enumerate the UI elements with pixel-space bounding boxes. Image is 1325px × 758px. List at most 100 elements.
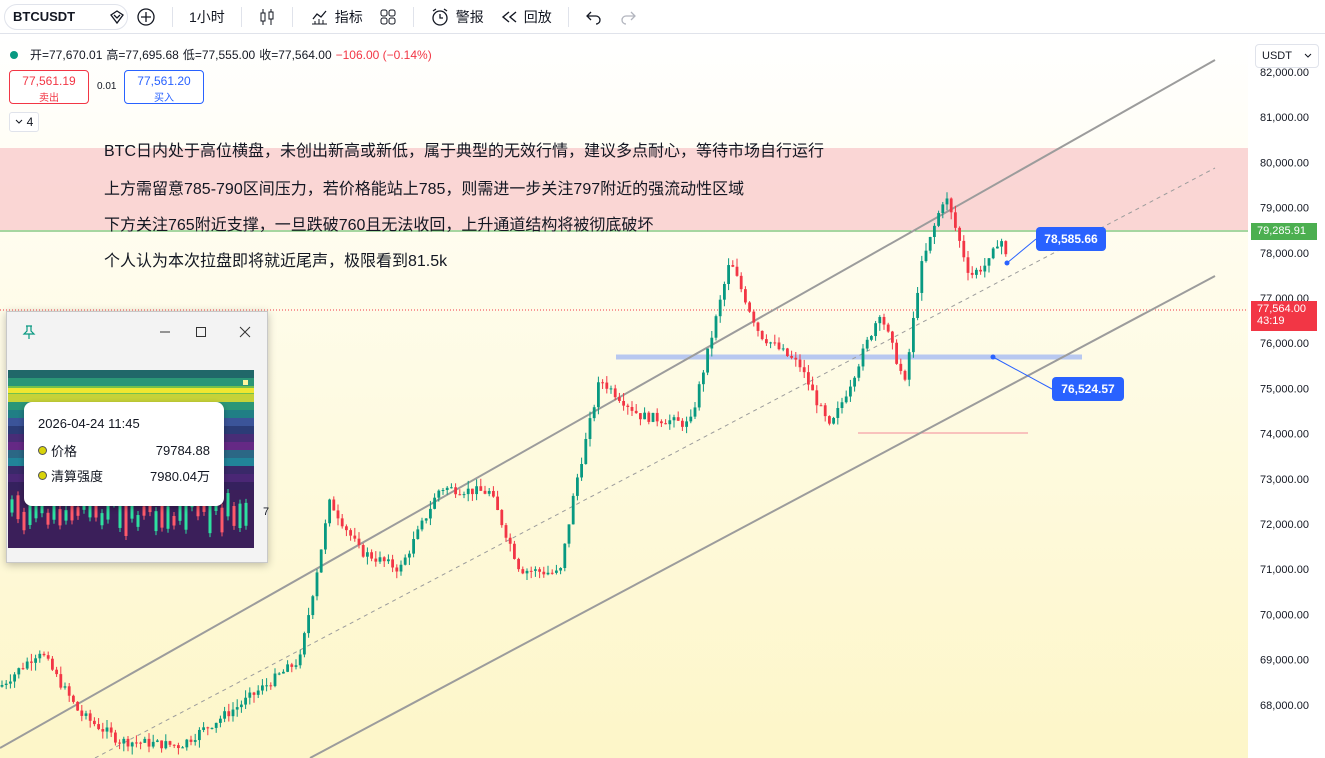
up-candle-body	[466, 488, 470, 495]
price-callout-upper[interactable]: 78,585.66	[1036, 227, 1106, 251]
price-tick-label: 81,000.00	[1260, 112, 1309, 124]
down-candle-body	[353, 535, 357, 539]
up-candle-body	[38, 653, 42, 659]
up-candle-body	[282, 671, 285, 674]
down-candle-body	[811, 384, 814, 391]
minimize-icon[interactable]	[155, 322, 175, 342]
heatmap-candle-body	[244, 502, 248, 526]
price-callout-lower[interactable]: 76,524.57	[1052, 377, 1124, 401]
heatmap-band	[8, 378, 254, 386]
indicators-collapse-button[interactable]: 4	[9, 112, 39, 132]
bar-countdown: 43:19	[1257, 315, 1285, 327]
down-candle-body	[538, 569, 541, 572]
trading-app: BTCUSDT 1小时 指标 警报 回放 82,000.00 81,000.00 8…	[0, 0, 1325, 758]
down-candle-body	[391, 559, 394, 568]
heatmap-candle-body	[10, 499, 14, 513]
up-candle-body	[265, 685, 268, 687]
maximize-icon[interactable]	[191, 322, 211, 342]
down-candle-body	[966, 257, 970, 273]
down-candle-body	[51, 658, 54, 670]
down-candle-body	[819, 405, 823, 407]
heatmap-candle-body	[22, 511, 26, 531]
indicators-button[interactable]: 指标	[301, 3, 371, 31]
symbol-search[interactable]: BTCUSDT	[4, 3, 128, 30]
alert-button[interactable]: 警报	[422, 3, 492, 31]
down-candle-body	[290, 664, 294, 667]
down-candle-body	[655, 412, 659, 422]
currency-select[interactable]: USDT	[1255, 44, 1319, 68]
close-icon[interactable]	[235, 322, 255, 342]
down-candle-body	[114, 732, 117, 743]
up-candle-body	[878, 316, 882, 324]
down-candle-body	[626, 405, 630, 407]
up-candle-body	[487, 490, 491, 494]
buy-button[interactable]: 77,561.20 买入	[124, 70, 204, 104]
liquidation-popup-window[interactable]: 7 2026-04-24 11:45 价格 79784.88 清算强度 7980…	[6, 311, 269, 563]
down-candle-body	[340, 518, 344, 527]
down-candle-body	[1004, 241, 1008, 255]
pin-icon[interactable]	[19, 322, 39, 342]
down-candle-body	[639, 413, 642, 420]
up-candle-body	[387, 559, 390, 562]
up-candle-body	[945, 198, 949, 205]
compare-add-button[interactable]	[128, 3, 164, 31]
up-candle-body	[9, 681, 12, 684]
down-candle-body	[891, 331, 894, 343]
up-candle-body	[0, 685, 4, 687]
tooltip-value: 7980.04万	[150, 469, 210, 484]
ohlc-close: 收=77,564.00	[259, 48, 332, 62]
up-candle-body	[143, 738, 147, 743]
up-candle-body	[727, 265, 730, 285]
redo-icon	[619, 9, 637, 25]
replay-label: 回放	[523, 8, 552, 25]
up-candle-body	[668, 420, 672, 425]
ohlc-legend: 开=77,670.01 高=77,695.68 低=77,555.00 收=77…	[10, 46, 432, 63]
up-candle-body	[424, 518, 428, 521]
layouts-button[interactable]	[371, 3, 405, 31]
chart-type-button[interactable]	[250, 3, 284, 31]
tooltip-row: 价格 79784.88	[38, 441, 210, 460]
up-candle-body	[941, 204, 945, 214]
undo-button[interactable]	[577, 3, 611, 31]
down-candle-body	[807, 372, 810, 385]
down-candle-body	[777, 342, 781, 350]
interval-button[interactable]: 1小时	[181, 3, 233, 31]
down-candle-body	[101, 729, 105, 732]
down-candle-body	[681, 420, 684, 427]
heatmap-candle-body	[238, 503, 242, 529]
sell-button[interactable]: 77,561.19 卖出	[9, 70, 89, 104]
up-candle-body	[240, 704, 243, 708]
up-candle-body	[525, 570, 529, 574]
price-tick-label: 79,000.00	[1260, 203, 1309, 215]
up-candle-body	[643, 412, 646, 420]
up-candle-body	[273, 673, 277, 687]
down-candle-body	[139, 742, 142, 744]
heatmap-candle-body	[124, 505, 128, 537]
up-candle-body	[907, 352, 911, 380]
callout-anchor	[1004, 260, 1010, 266]
heatmap-candle-body	[136, 515, 140, 527]
up-candle-body	[693, 407, 697, 417]
tooltip-row: 清算强度 7980.04万	[38, 466, 210, 485]
price-tick-label: 70,000.00	[1260, 609, 1309, 621]
redo-button[interactable]	[611, 3, 645, 31]
up-candle-body	[231, 709, 235, 717]
down-candle-body	[798, 359, 802, 368]
up-candle-body	[567, 524, 571, 544]
down-candle-body	[954, 212, 957, 228]
up-candle-body	[328, 499, 331, 524]
down-candle-body	[177, 745, 180, 749]
down-candle-body	[492, 490, 495, 497]
legend-dot-icon	[38, 446, 47, 455]
up-candle-body	[450, 487, 453, 489]
heatmap-candle-body	[76, 507, 80, 516]
up-candle-body	[34, 658, 37, 663]
replay-button[interactable]: 回放	[492, 3, 560, 31]
down-candle-body	[958, 227, 961, 241]
down-candle-body	[618, 397, 621, 401]
up-candle-body	[210, 727, 214, 729]
price-axis-background	[1248, 36, 1325, 758]
heatmap-candle-body	[208, 503, 212, 534]
up-candle-body	[286, 664, 289, 672]
buy-label: 买入	[154, 93, 174, 104]
